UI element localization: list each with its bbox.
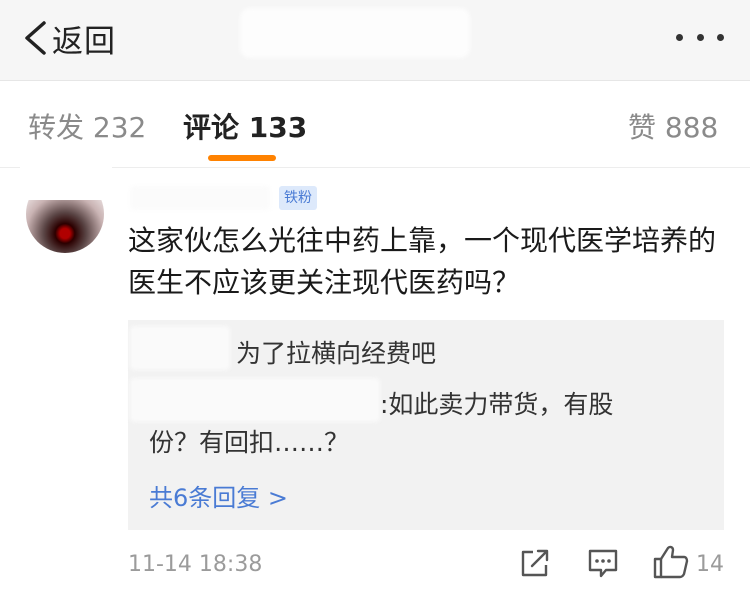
share-icon[interactable]: [518, 546, 552, 580]
reply-text: 为了拉横向经费吧: [236, 339, 437, 368]
avatar-crop-mask: [20, 160, 112, 200]
comment-icon[interactable]: [586, 546, 620, 580]
comment-timestamp: 11-14 18:38: [128, 552, 263, 577]
reply-username-redacted[interactable]: [130, 326, 230, 370]
like-count: 14: [696, 552, 724, 577]
tab-comments-count: 133: [248, 111, 308, 144]
page-title-redacted: [240, 8, 470, 58]
tab-comments-label: 评论: [183, 111, 240, 144]
tab-repost-count: 232: [92, 111, 147, 144]
more-replies-link[interactable]: 共6条回复 >: [149, 478, 288, 513]
username-redacted[interactable]: [130, 186, 270, 210]
back-label: 返回: [52, 23, 116, 60]
comment-text: 这家伙怎么光往中药上靠，一个现代医学培养的医生不应该更关注现代医药吗？: [128, 224, 717, 299]
reply-text-line: :如此卖力带货，有股: [380, 390, 614, 419]
reply-text-line: 份？有回扣……？: [149, 428, 350, 457]
thumbs-up-icon[interactable]: [652, 544, 690, 580]
tab-repost[interactable]: 转发 232: [28, 106, 146, 146]
tab-likes-label: 赞: [628, 111, 657, 144]
back-button[interactable]: 返回: [22, 16, 116, 60]
tab-likes-count: 888: [664, 111, 719, 144]
fan-badge: 铁粉: [279, 186, 317, 210]
tab-comments[interactable]: 评论 133: [183, 106, 307, 146]
active-tab-indicator: [208, 155, 276, 161]
tab-repost-label: 转发: [28, 111, 85, 144]
more-dots-icon[interactable]: [676, 30, 724, 44]
reply-username-redacted[interactable]: [130, 378, 380, 422]
chevron-left-icon: [25, 21, 46, 55]
tab-likes[interactable]: 赞 888: [628, 106, 718, 146]
